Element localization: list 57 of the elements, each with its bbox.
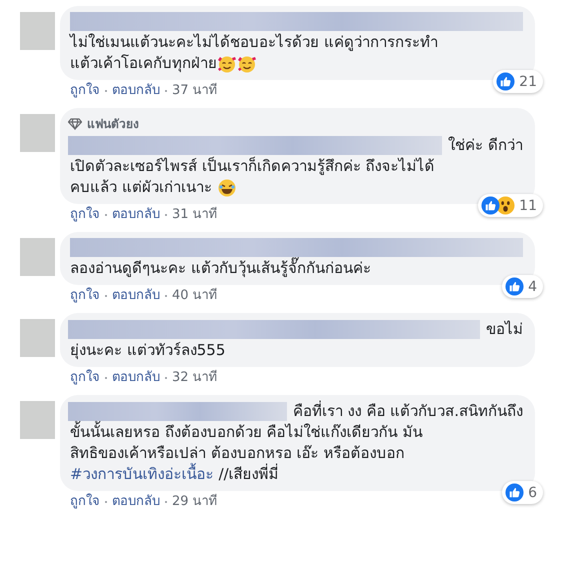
comment-text-line: ขั้นนั้นเลยหรอ ถึงต้องบอกด้วย คือไม่ใช่แก๊งเดียวกัน มัน (70, 422, 422, 443)
timestamp-link[interactable]: 37 นาที (172, 82, 218, 100)
timestamp-link[interactable]: 40 นาที (172, 287, 218, 305)
comment-action-link[interactable]: ตอบกลับ (112, 287, 160, 305)
separator-dot (105, 377, 107, 379)
comment-text-line: แต้วเค้าโอเคกับทุกฝ่าย (70, 53, 217, 74)
separator-dot (105, 90, 107, 92)
reaction-summary[interactable]: 6 (502, 481, 543, 504)
comment-action-link[interactable]: ตอบกลับ (112, 369, 160, 387)
comment-action-link[interactable]: ถูกใจ (70, 82, 100, 100)
timestamp-link[interactable]: 31 นาที (172, 206, 218, 224)
comment-text-line: เปิดตัวละเซอร์ไพรส์ เป็นเราก็เกิดความรู้สึกค่ะ ถึงจะไม่ได้ (70, 156, 435, 177)
comment-action-link[interactable]: ถูกใจ (70, 493, 100, 511)
reaction-summary[interactable]: 11 (478, 194, 543, 217)
avatar[interactable] (20, 114, 55, 152)
comment-text-line: ยุ่งนะคะ แต่วทัวร์ลง555 (70, 340, 226, 361)
avatar[interactable] (20, 12, 55, 50)
comment-text-line: ขอไม่ (486, 319, 523, 340)
fan-badge-label: แฟนตัวยง (87, 116, 139, 133)
like-reaction-icon (481, 196, 500, 215)
avatar[interactable] (20, 238, 55, 276)
comment-action-link[interactable]: ตอบกลับ (112, 493, 160, 511)
comment-text-line: คบแล้ว แต่ผัวเก่าเนาะ (70, 177, 212, 198)
timestamp-link[interactable]: 32 นาที (172, 369, 218, 387)
separator-dot (105, 295, 107, 297)
separator-dot (165, 90, 167, 92)
avatar[interactable] (20, 319, 55, 357)
like-reaction-icon (505, 483, 524, 502)
timestamp-link[interactable]: 29 นาที (172, 493, 218, 511)
separator-dot (165, 295, 167, 297)
smiling-face-with-hearts-icon (237, 54, 257, 74)
comment-action-link[interactable]: ตอบกลับ (112, 206, 160, 224)
separator-dot (165, 501, 167, 503)
like-reaction-icon (505, 277, 524, 296)
laughing-face-icon (216, 178, 237, 198)
comment-action-link[interactable]: ตอบกลับ (112, 82, 160, 100)
hashtag-link[interactable]: #วงการบันเทิงอ่ะเนื้อะ (70, 464, 214, 485)
comment-action-link[interactable]: ถูกใจ (70, 369, 100, 387)
separator-dot (105, 501, 107, 503)
reaction-summary[interactable]: 21 (493, 70, 543, 93)
separator-dot (165, 377, 167, 379)
comment-text-line: สิทธิของเค้าหรือเปล่า ต้องบอกหรอ เอ๊ะ หรือต้องบอก (70, 443, 404, 463)
separator-dot (105, 214, 107, 216)
comment-text-line: ไม่ใช่เมนแต้วนะคะไม่ได้ชอบอะไรด้วย แค่ดูว่าการกระทำ (70, 32, 438, 53)
separator-dot (165, 214, 167, 216)
diamond-icon (68, 118, 82, 130)
comment-action-link[interactable]: ถูกใจ (70, 206, 100, 224)
like-reaction-icon (496, 72, 516, 91)
surprised-reaction-icon (496, 196, 516, 215)
comment-action-link[interactable]: ถูกใจ (70, 287, 100, 305)
reaction-summary[interactable]: 4 (502, 275, 543, 298)
smiling-face-with-hearts-icon (217, 54, 237, 74)
comment-text-line: //เสียงพี่มี่ (218, 464, 279, 485)
avatar[interactable] (20, 401, 55, 439)
comment-text-line: ใช่ค่ะ ดีกว่า (448, 135, 523, 156)
comment-text-line: ลองอ่านดูดีๆนะคะ แต้วกับวุ้นเส้นรู้จั๊กกันก่อนค่ะ (70, 258, 371, 279)
comment-text-line: คือที่เรา งง คือ แต้วกับวส.สนิทกันถึง (292, 401, 523, 422)
